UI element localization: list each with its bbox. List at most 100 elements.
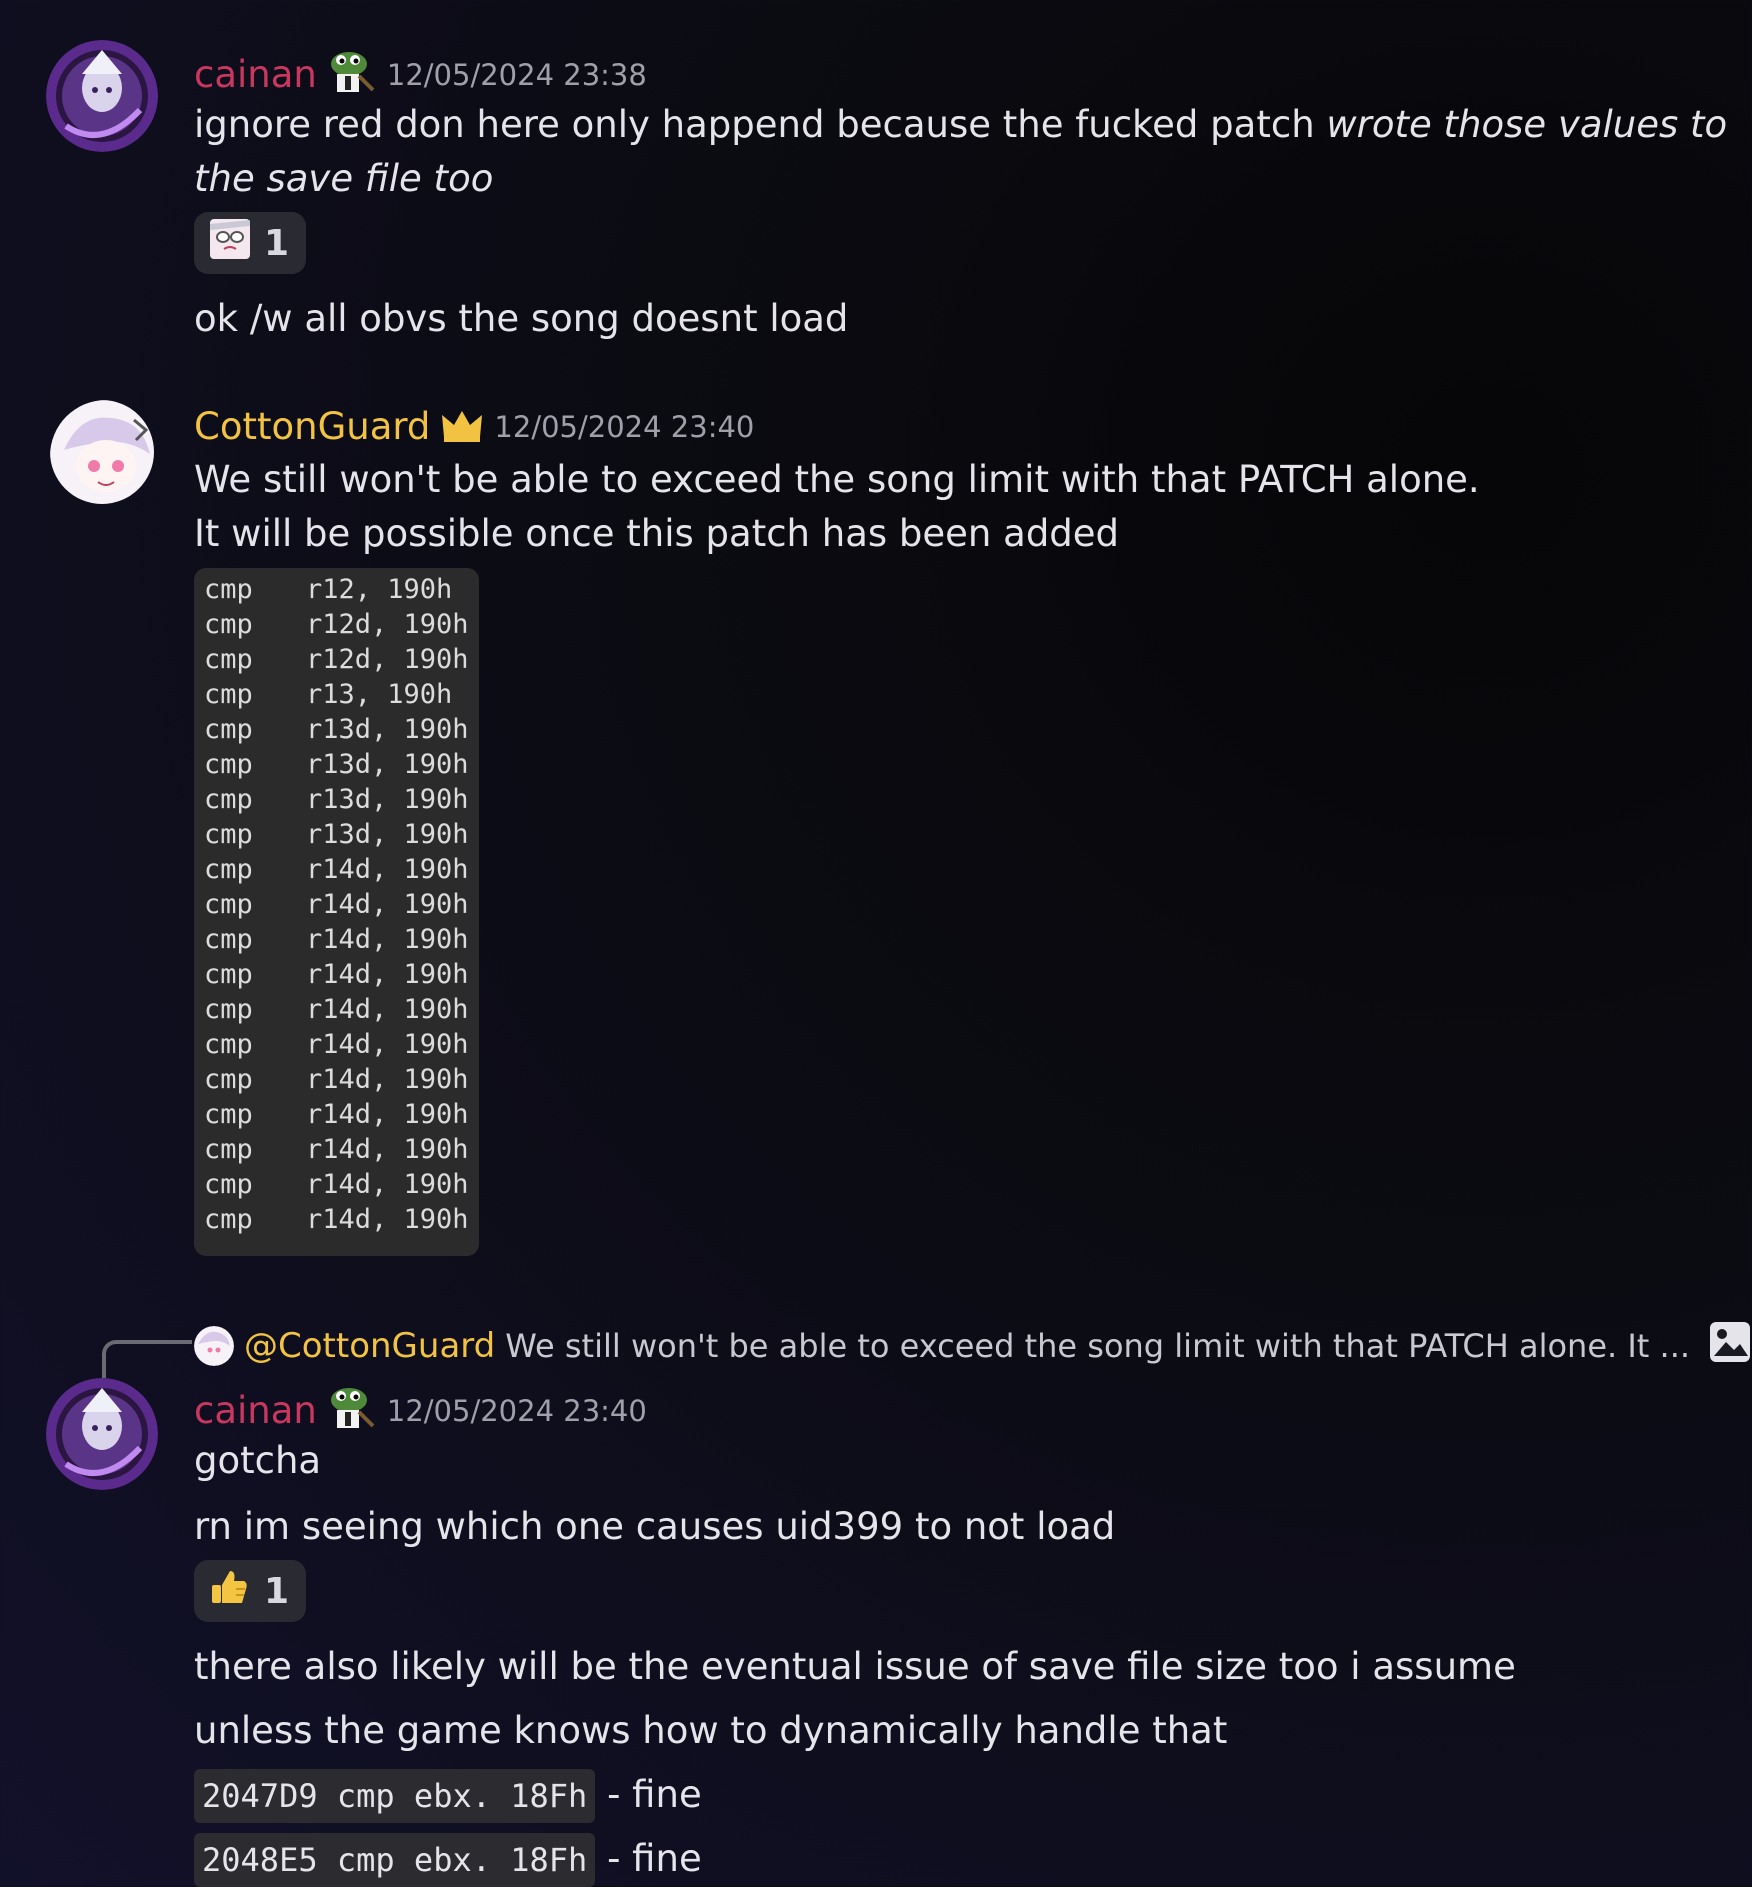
code-row: cmp r14d, 190h	[204, 1097, 469, 1132]
message-text: there also likely will be the eventual i…	[194, 1645, 1516, 1688]
message-text-part: - fine	[595, 1837, 702, 1880]
code-arg: r12d, 190h	[306, 609, 469, 640]
message-text-part: - fine	[595, 1773, 702, 1816]
code-arg: r13d, 190h	[306, 749, 469, 780]
message-text: ignore red don here only happend because…	[194, 98, 1727, 152]
code-row: cmp r14d, 190h	[204, 1132, 469, 1167]
code-op: cmp	[204, 819, 253, 850]
reply-snippet: We still won't be able to exceed the son…	[505, 1327, 1691, 1365]
timestamp: 12/05/2024 23:38	[386, 58, 647, 92]
code-arg: r14d, 190h	[306, 889, 469, 920]
code-arg: r14d, 190h	[306, 1029, 469, 1060]
timestamp: 12/05/2024 23:40	[386, 1394, 647, 1428]
message-text: unless the game knows how to dynamically…	[194, 1709, 1228, 1752]
message-header: cainan 12/05/2024 23:38	[194, 50, 647, 100]
message-text: gotcha	[194, 1439, 322, 1482]
code-op: cmp	[204, 1169, 253, 1200]
code-row: cmp r14d, 190h	[204, 1027, 469, 1062]
code-arg: r14d, 190h	[306, 924, 469, 955]
reply-avatar	[194, 1326, 234, 1366]
code-row: cmp r14d, 190h	[204, 957, 469, 992]
message-text: ok /w all obvs the song doesnt load	[194, 297, 849, 340]
code-row: cmp r12, 190h	[204, 572, 452, 607]
code-row: cmp r14d, 190h	[204, 992, 469, 1027]
code-arg: r14d, 190h	[306, 1099, 469, 1130]
code-op: cmp	[204, 714, 253, 745]
message-text-italic: the save file too	[194, 152, 493, 206]
author-name[interactable]: cainan	[194, 53, 317, 97]
code-row: cmp r14d, 190h	[204, 887, 469, 922]
message-header: cainan 12/05/2024 23:40	[194, 1386, 647, 1436]
code-row: cmp r14d, 190h	[204, 922, 469, 957]
avatar-cainan[interactable]	[46, 40, 158, 152]
code-row: cmp r14d, 190h	[204, 852, 469, 887]
image-attachment-icon	[1708, 1320, 1752, 1372]
thumbs-up-emoji-icon	[210, 1567, 250, 1616]
code-op: cmp	[204, 924, 253, 955]
message-text-with-code: 2048E5 cmp ebx. 18Fh - fine	[194, 1832, 702, 1887]
code-op: cmp	[204, 889, 253, 920]
code-row: cmp r13d, 190h	[204, 782, 469, 817]
code-arg: r13, 190h	[306, 679, 453, 710]
inline-code: 2047D9 cmp ebx. 18Fh	[194, 1769, 596, 1823]
code-op: cmp	[204, 854, 253, 885]
avatar-cottonguard[interactable]	[50, 400, 154, 504]
code-op: cmp	[204, 994, 253, 1025]
code-row: cmp r12d, 190h	[204, 642, 469, 677]
code-row: cmp r12d, 190h	[204, 607, 469, 642]
code-op: cmp	[204, 1204, 253, 1235]
reply-mention[interactable]: @CottonGuard	[244, 1326, 495, 1366]
code-arg: r12d, 190h	[306, 644, 469, 675]
code-op: cmp	[204, 644, 253, 675]
reaction-button[interactable]: 1	[194, 212, 306, 274]
code-arg: r14d, 190h	[306, 854, 469, 885]
message-text-part: ignore red don here only happend because…	[194, 103, 1327, 146]
code-op: cmp	[204, 609, 253, 640]
code-row: cmp r14d, 190h	[204, 1202, 469, 1237]
reply-preview[interactable]: @CottonGuard We still won't be able to e…	[194, 1320, 1752, 1372]
code-row: cmp r13d, 190h	[204, 747, 469, 782]
code-arg: r14d, 190h	[306, 1204, 469, 1235]
code-op: cmp	[204, 784, 253, 815]
code-screenshot-image[interactable]: cmp r12, 190h cmp r12d, 190h cmp r12d, 190h cm…	[194, 568, 479, 1256]
message-text-with-code: 2047D9 cmp ebx. 18Fh - fine	[194, 1768, 702, 1823]
code-arg: r14d, 190h	[306, 959, 469, 990]
code-row: cmp r14d, 190h	[204, 1167, 469, 1202]
code-arg: r14d, 190h	[306, 1134, 469, 1165]
avatar-cainan[interactable]	[46, 1378, 158, 1490]
reaction-button[interactable]: 1	[194, 1560, 306, 1622]
reaction-count: 1	[264, 222, 290, 264]
code-row: cmp r13d, 190h	[204, 712, 469, 747]
code-op: cmp	[204, 574, 253, 605]
code-op: cmp	[204, 1099, 253, 1130]
code-op: cmp	[204, 1029, 253, 1060]
crown-icon	[440, 407, 484, 447]
code-arg: r14d, 190h	[306, 994, 469, 1025]
code-arg: r12, 190h	[306, 574, 453, 605]
code-op: cmp	[204, 749, 253, 780]
inline-code: 2048E5 cmp ebx. 18Fh	[194, 1833, 596, 1887]
message-text: It will be possible once this patch has …	[194, 512, 1120, 555]
code-arg: r13d, 190h	[306, 784, 469, 815]
code-row: cmp r13d, 190h	[204, 817, 469, 852]
message-text: We still won't be able to exceed the son…	[194, 458, 1480, 501]
message-text-italic-line2: the save file too	[194, 157, 494, 200]
code-arg: r13d, 190h	[306, 819, 469, 850]
anime-face-emoji-icon	[209, 218, 251, 268]
message-header: CottonGuard 12/05/2024 23:40	[194, 405, 754, 449]
author-name[interactable]: cainan	[194, 1389, 317, 1433]
code-op: cmp	[204, 1134, 253, 1165]
timestamp: 12/05/2024 23:40	[494, 410, 755, 444]
reaction-count: 1	[264, 1570, 290, 1612]
reply-connector	[102, 1340, 192, 1378]
message-text: rn im seeing which one causes uid399 to …	[194, 1505, 1116, 1548]
author-name[interactable]: CottonGuard	[194, 405, 430, 449]
code-op: cmp	[204, 959, 253, 990]
code-arg: r14d, 190h	[306, 1169, 469, 1200]
code-op: cmp	[204, 1064, 253, 1095]
code-arg: r14d, 190h	[306, 1064, 469, 1095]
frog-badge-icon	[327, 1386, 377, 1436]
code-row: cmp r14d, 190h	[204, 1062, 469, 1097]
code-op: cmp	[204, 679, 253, 710]
frog-badge-icon	[327, 50, 377, 100]
